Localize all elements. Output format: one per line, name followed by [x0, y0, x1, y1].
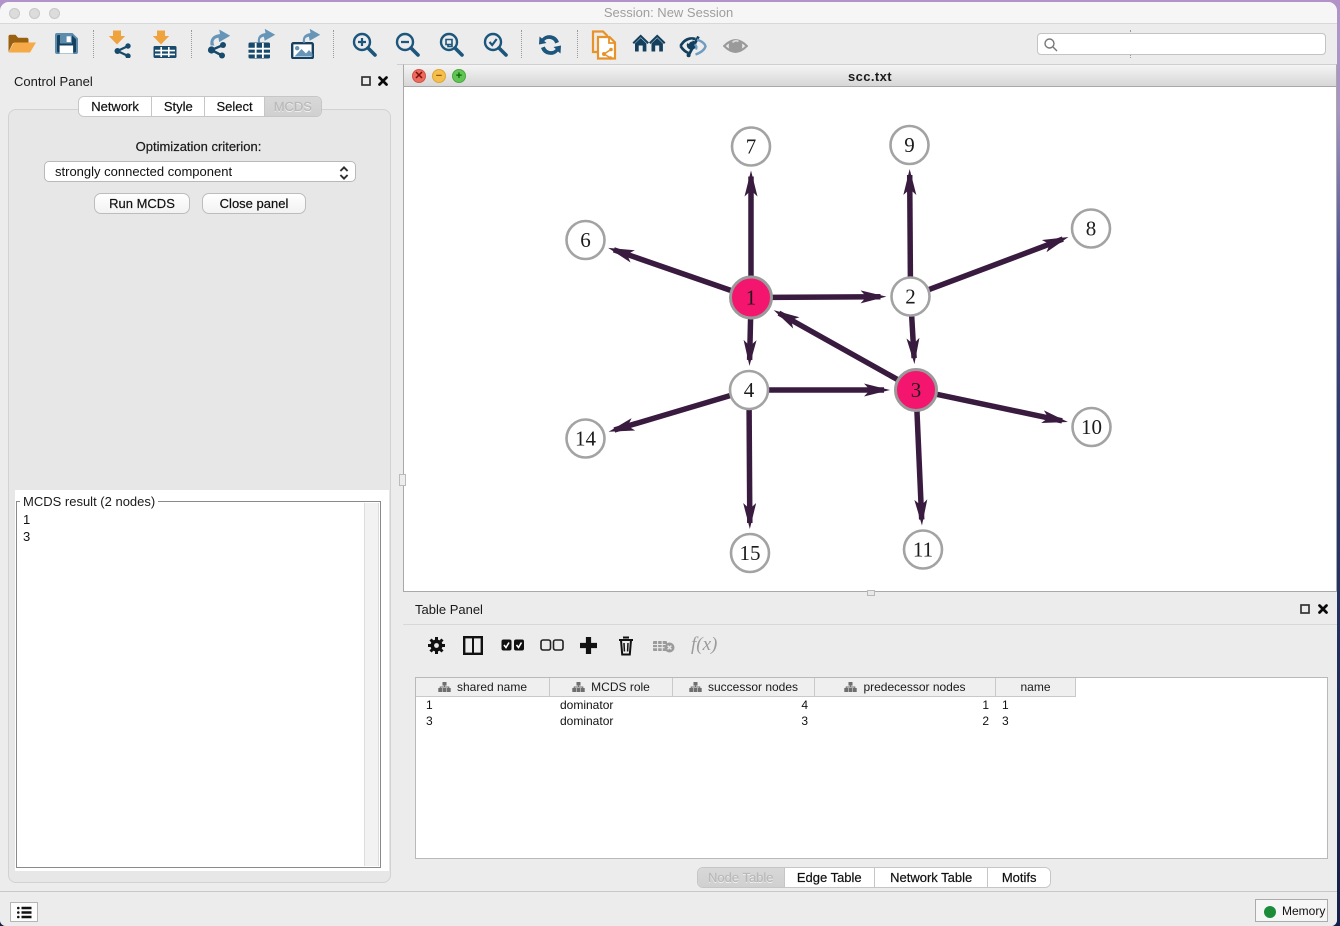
- svg-text:2: 2: [905, 285, 916, 309]
- svg-text:11: 11: [913, 538, 933, 562]
- svg-text:1: 1: [746, 286, 757, 310]
- svg-text:6: 6: [580, 228, 591, 252]
- svg-text:4: 4: [744, 378, 755, 402]
- svg-text:15: 15: [740, 541, 761, 565]
- svg-text:3: 3: [911, 378, 922, 402]
- svg-text:10: 10: [1081, 415, 1102, 439]
- svg-text:8: 8: [1086, 217, 1097, 241]
- svg-text:14: 14: [575, 427, 597, 451]
- svg-text:7: 7: [746, 135, 757, 159]
- svg-text:9: 9: [904, 133, 915, 157]
